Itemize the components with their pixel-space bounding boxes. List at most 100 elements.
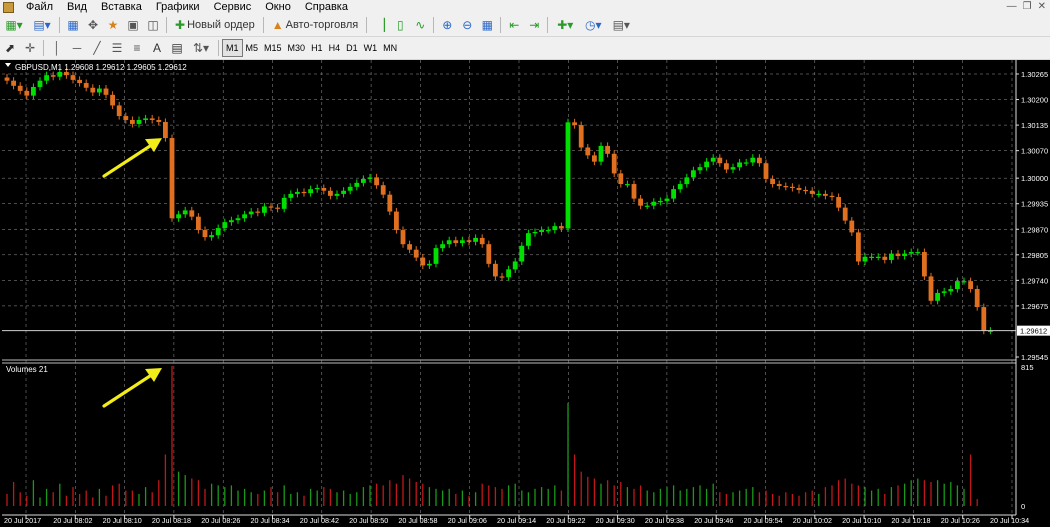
vertical-line-icon[interactable]: │ <box>48 39 66 57</box>
tile-windows-icon[interactable]: ▦ <box>478 16 496 34</box>
toolbar-separator <box>500 17 502 33</box>
candle-body <box>743 162 749 164</box>
bar-chart-icon[interactable]: ▕ <box>371 16 389 34</box>
time-label: 20 Jul 10:34 <box>990 516 1029 525</box>
cursor-icon[interactable]: ⬈ <box>1 39 19 57</box>
menu-window[interactable]: Окно <box>258 0 298 14</box>
candle-body <box>809 190 815 194</box>
market-watch-icon[interactable]: ▦ <box>64 16 82 34</box>
terminal-icon[interactable]: ▣ <box>124 16 142 34</box>
candle-body <box>4 77 10 81</box>
candle-body <box>783 186 789 188</box>
text-label-icon[interactable]: ▤ <box>168 39 186 57</box>
timeframe-h1[interactable]: H1 <box>308 40 326 56</box>
time-label: 20 Jul 09:22 <box>546 516 585 525</box>
minimize-icon[interactable]: — <box>1007 1 1017 12</box>
indicators-icon[interactable]: ✚▾ <box>552 16 578 34</box>
data-window-icon[interactable]: ✥ <box>84 16 102 34</box>
crosshair-icon[interactable]: ✛ <box>21 39 39 57</box>
toolbar-separator <box>218 40 219 56</box>
profiles-icon[interactable]: ▤▾ <box>29 16 55 34</box>
menu-insert[interactable]: Вставка <box>94 0 149 14</box>
candle-body <box>730 167 736 170</box>
auto-trading-button[interactable]: ▲ Авто-торговля <box>268 16 363 34</box>
new-chart-icon[interactable]: ▦▾ <box>1 16 27 34</box>
menu-charts[interactable]: Графики <box>149 0 207 14</box>
chart-menu-icon[interactable] <box>5 63 11 67</box>
candle-body <box>169 138 175 219</box>
templates-icon[interactable]: ▤▾ <box>608 16 634 34</box>
candle-body <box>710 157 716 162</box>
time-label: 20 Jul 09:46 <box>694 516 733 525</box>
fibonacci-icon[interactable]: ≡ <box>128 39 146 57</box>
line-chart-icon[interactable]: ∿ <box>411 16 429 34</box>
app-icon[interactable] <box>3 1 14 13</box>
chart-shift-icon[interactable]: ⇥ <box>525 16 543 34</box>
candle-body <box>97 88 102 93</box>
candle-body <box>717 157 723 164</box>
candle-body <box>552 226 558 231</box>
menu-help[interactable]: Справка <box>298 0 355 14</box>
menu-view[interactable]: Вид <box>60 0 94 14</box>
timeframe-w1[interactable]: W1 <box>361 40 381 56</box>
auto-trading-icon: ▲ <box>271 18 284 32</box>
arrow-shaft <box>102 372 155 408</box>
horizontal-line-icon[interactable]: ─ <box>68 39 86 57</box>
timeframe-h4[interactable]: H4 <box>326 40 344 56</box>
candle-body <box>974 289 980 308</box>
window-controls: — ❐ ✕ <box>1007 1 1046 12</box>
navigator-icon[interactable]: ★ <box>104 16 122 34</box>
candle-body <box>255 211 261 213</box>
timeframe-m1[interactable]: M1 <box>222 39 243 57</box>
timeframe-m15[interactable]: M15 <box>261 40 285 56</box>
close-icon[interactable]: ✕ <box>1038 1 1046 12</box>
price-label: 1.29870 <box>1021 225 1048 234</box>
volume-max-label: 815 <box>1021 363 1034 372</box>
toolbar-separator <box>59 17 60 33</box>
strategy-tester-icon[interactable]: ◫ <box>144 16 162 34</box>
text-icon[interactable]: A <box>148 39 166 57</box>
timeframe-mn[interactable]: MN <box>380 40 400 56</box>
candle-body <box>922 252 927 277</box>
candle-body <box>763 163 769 179</box>
candle-body <box>506 269 511 278</box>
candle-body <box>605 145 610 154</box>
candle-body <box>11 80 16 86</box>
candle-body <box>466 240 472 242</box>
candle-body <box>532 232 538 234</box>
candle-body <box>479 237 485 245</box>
candle-body <box>658 200 663 203</box>
candle-body <box>44 75 49 81</box>
candle-body <box>545 230 551 232</box>
candle-body <box>902 253 907 256</box>
candle-body <box>460 240 465 244</box>
candle-body <box>248 211 254 215</box>
channel-icon[interactable]: ☰ <box>108 39 126 57</box>
new-order-button[interactable]: ✚ Новый ордер <box>171 16 259 34</box>
trendline-icon[interactable]: ╱ <box>88 39 106 57</box>
candle-body <box>724 163 729 170</box>
current-price-label: 1.29612 <box>1020 327 1047 336</box>
menu-file[interactable]: Файл <box>19 0 60 14</box>
time-label: 20 Jul 09:14 <box>497 516 536 525</box>
chart-window[interactable]: GBPUSD,M1 1.29608 1.29612 1.29605 1.2961… <box>0 60 1050 527</box>
candlestick-icon[interactable]: ▯ <box>391 16 409 34</box>
candle-body <box>110 94 115 106</box>
time-label: 20 Jul 10:18 <box>891 516 930 525</box>
restore-icon[interactable]: ❐ <box>1023 1 1032 12</box>
periods-icon[interactable]: ◷▾ <box>580 16 606 34</box>
candle-body <box>644 205 650 207</box>
zoom-out-icon[interactable]: ⊖ <box>458 16 476 34</box>
menu-tools[interactable]: Сервис <box>207 0 259 14</box>
price-chart[interactable]: GBPUSD,M1 1.29608 1.29612 1.29605 1.2961… <box>0 60 1050 527</box>
standard-toolbar: ▦▾ ▤▾ ▦ ✥ ★ ▣ ◫ ✚ Новый ордер ▲ Авто-тор… <box>0 14 1050 37</box>
timeframe-m30[interactable]: M30 <box>285 40 309 56</box>
arrows-icon[interactable]: ⇅▾ <box>188 39 214 57</box>
timeframe-d1[interactable]: D1 <box>343 40 361 56</box>
time-label: 20 Jul 10:10 <box>842 516 881 525</box>
zoom-in-icon[interactable]: ⊕ <box>438 16 456 34</box>
auto-scroll-icon[interactable]: ⇤ <box>505 16 523 34</box>
time-label: 20 Jul 09:30 <box>596 516 635 525</box>
candle-body <box>229 220 234 223</box>
timeframe-m5[interactable]: M5 <box>243 40 262 56</box>
